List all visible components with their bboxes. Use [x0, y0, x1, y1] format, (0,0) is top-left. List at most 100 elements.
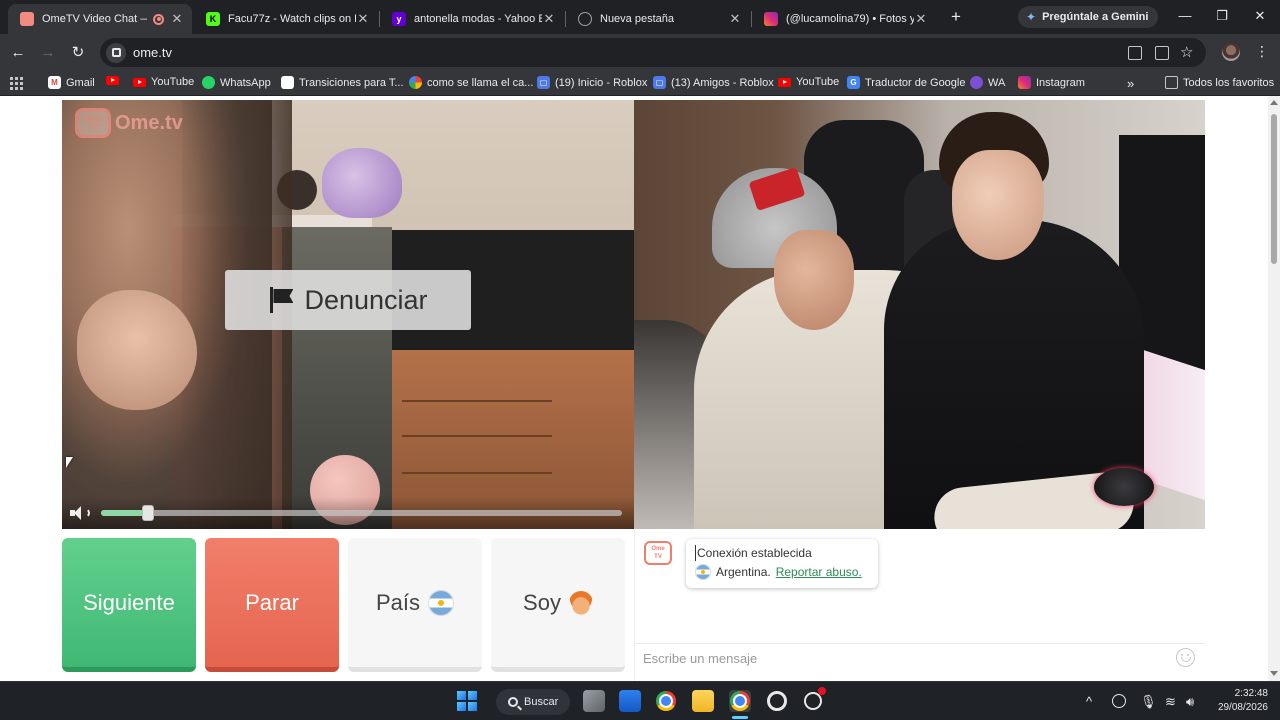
speaker-icon[interactable]: 🔊︎	[1186, 694, 1194, 710]
gemini-sparkle-icon: ✦	[1026, 10, 1037, 24]
profile-avatar[interactable]	[1222, 43, 1240, 61]
close-tab-icon[interactable]: ✕	[914, 11, 928, 27]
bookmark-star-icon[interactable]: ☆	[1180, 43, 1193, 61]
bookmark-label: Transiciones para T...	[299, 76, 404, 89]
task-view-icon[interactable]	[583, 690, 605, 712]
flag-icon	[268, 287, 294, 313]
forward-icon[interactable]: →	[38, 43, 58, 63]
bookmark-youtube[interactable]: YouTube	[133, 76, 194, 88]
system-clock[interactable]: 2:32:48 29/08/2026	[1208, 687, 1268, 715]
scroll-up-icon[interactable]	[1270, 100, 1278, 105]
wifi-icon[interactable]: ≋	[1165, 694, 1176, 710]
windows-start-icon[interactable]	[456, 690, 478, 712]
bookmark-youtube-icon-only[interactable]	[106, 76, 119, 85]
translate-page-icon[interactable]	[1128, 46, 1142, 60]
country-button[interactable]: País	[348, 538, 482, 672]
chrome-active-icon[interactable]	[729, 690, 751, 712]
apps-grid-icon[interactable]	[10, 77, 23, 90]
scrollbar-thumb[interactable]	[1271, 114, 1277, 264]
tab-ometv[interactable]: OmeTV Video Chat — Om ✕	[8, 4, 192, 34]
bookmark-label: como se llama el ca...	[427, 76, 534, 89]
connection-status: Conexión establecida	[695, 545, 869, 561]
clock-time: 2:32:48	[1234, 688, 1268, 699]
emoji-picker-icon[interactable]	[1176, 648, 1195, 667]
close-tab-icon[interactable]: ✕	[542, 11, 556, 27]
file-explorer-icon[interactable]	[692, 690, 714, 712]
next-button[interactable]: Siguiente	[62, 538, 196, 672]
gemini-button[interactable]: ✦ Pregúntale a Gemini	[1018, 6, 1159, 28]
tab-instagram[interactable]: (@lucamolina79) • Fotos y vi ✕	[752, 4, 936, 34]
next-button-label: Siguiente	[83, 589, 175, 615]
close-window-icon[interactable]: ✕	[1250, 8, 1270, 24]
bookmark-youtube-2[interactable]: YouTube	[778, 76, 839, 88]
scroll-down-icon[interactable]	[1270, 671, 1278, 676]
ometv-favicon-icon	[20, 12, 34, 26]
bookmark-transiciones[interactable]: Transiciones para T...	[281, 76, 404, 89]
bookmark-roblox-inicio[interactable]: ▢ (19) Inicio - Roblox	[537, 76, 647, 89]
maximize-icon[interactable]: ❐	[1212, 8, 1232, 24]
site-info-icon[interactable]	[106, 42, 126, 63]
bookmark-label: WhatsApp	[220, 76, 271, 89]
bookmark-label: Gmail	[66, 76, 95, 89]
message-input[interactable]	[643, 651, 1163, 666]
tray-app-icon[interactable]	[1112, 694, 1126, 708]
report-abuse-link[interactable]: Reportar abuso.	[776, 564, 862, 580]
bookmark-google-search[interactable]: como se llama el ca...	[409, 76, 533, 89]
bookmark-roblox-amigos[interactable]: ▢ (13) Amigos - Roblox	[653, 76, 774, 89]
report-button[interactable]: Denunciar	[225, 270, 471, 330]
address-bar[interactable]: ome.tv ☆	[100, 38, 1206, 67]
bookmark-label: YouTube	[151, 76, 195, 88]
page-scrollbar[interactable]	[1268, 96, 1280, 681]
kick-favicon-icon: K	[206, 12, 220, 26]
more-bookmarks-chevron-icon[interactable]: »	[1127, 76, 1134, 91]
youtube-icon	[778, 77, 791, 87]
wa-icon	[970, 76, 983, 89]
microsoft-store-icon[interactable]	[619, 690, 641, 712]
url-text: ome.tv	[133, 45, 173, 60]
tab-new[interactable]: Nueva pestaña ✕	[566, 4, 750, 34]
close-tab-icon[interactable]: ✕	[728, 11, 742, 27]
argentina-flag-icon	[428, 589, 455, 616]
volume-slider[interactable]	[101, 505, 622, 521]
country-button-label: País	[375, 589, 421, 615]
bookmark-instagram[interactable]: Instagram	[1018, 76, 1085, 89]
translate-icon: G	[847, 76, 860, 89]
menu-dots-icon[interactable]: ⋮	[1252, 43, 1272, 60]
volume-icon[interactable]	[70, 505, 92, 521]
gender-button-label: Soy	[523, 589, 561, 615]
microphone-icon[interactable]: 🎙︎	[1140, 694, 1157, 710]
app-with-notification-icon[interactable]	[802, 687, 826, 712]
volume-slider-handle[interactable]	[141, 505, 154, 521]
tray-overflow-chevron-icon[interactable]: ^	[1086, 694, 1092, 709]
bookmark-wa[interactable]: WA	[970, 76, 1005, 89]
tab-yahoo[interactable]: y antonella modas - Yahoo Esp ✕	[380, 4, 564, 34]
bookmark-whatsapp[interactable]: WhatsApp	[202, 76, 271, 89]
reload-icon[interactable]: ↻	[68, 43, 88, 63]
folder-icon	[1165, 76, 1178, 89]
gemini-label: Pregúntale a Gemini	[1042, 11, 1149, 23]
close-tab-icon[interactable]: ✕	[356, 11, 370, 27]
bookmark-gmail[interactable]: M Gmail	[48, 76, 95, 89]
gmail-icon: M	[48, 76, 61, 89]
tab-kick[interactable]: K Facu77z - Watch clips on Kick ✕	[194, 4, 378, 34]
minimize-icon[interactable]: —	[1175, 8, 1195, 23]
taskbar-search[interactable]: Buscar	[496, 689, 570, 715]
gender-button[interactable]: Soy	[491, 538, 625, 672]
new-tab-button[interactable]: +	[946, 7, 966, 27]
bookmark-translate[interactable]: G Traductor de Google	[847, 76, 965, 89]
all-bookmarks-label: Todos los favoritos	[1183, 76, 1275, 89]
yahoo-favicon-icon: y	[392, 12, 406, 26]
close-tab-icon[interactable]: ✕	[170, 11, 184, 27]
report-button-label: Denunciar	[304, 284, 428, 315]
search-icon	[508, 697, 518, 707]
tab-strip: OmeTV Video Chat — Om ✕ K Facu77z - Watc…	[0, 0, 1280, 34]
bookmark-label: (13) Amigos - Roblox	[671, 76, 774, 89]
all-bookmarks[interactable]: Todos los favoritos	[1165, 76, 1274, 89]
back-icon[interactable]: ←	[8, 43, 28, 63]
stop-button[interactable]: Parar	[205, 538, 339, 672]
tab-title: Facu77z - Watch clips on Kick	[228, 13, 356, 25]
install-app-icon[interactable]	[1155, 46, 1169, 60]
obs-icon[interactable]	[766, 690, 788, 712]
chrome-icon[interactable]	[655, 690, 677, 712]
message-input-row	[634, 643, 1205, 673]
